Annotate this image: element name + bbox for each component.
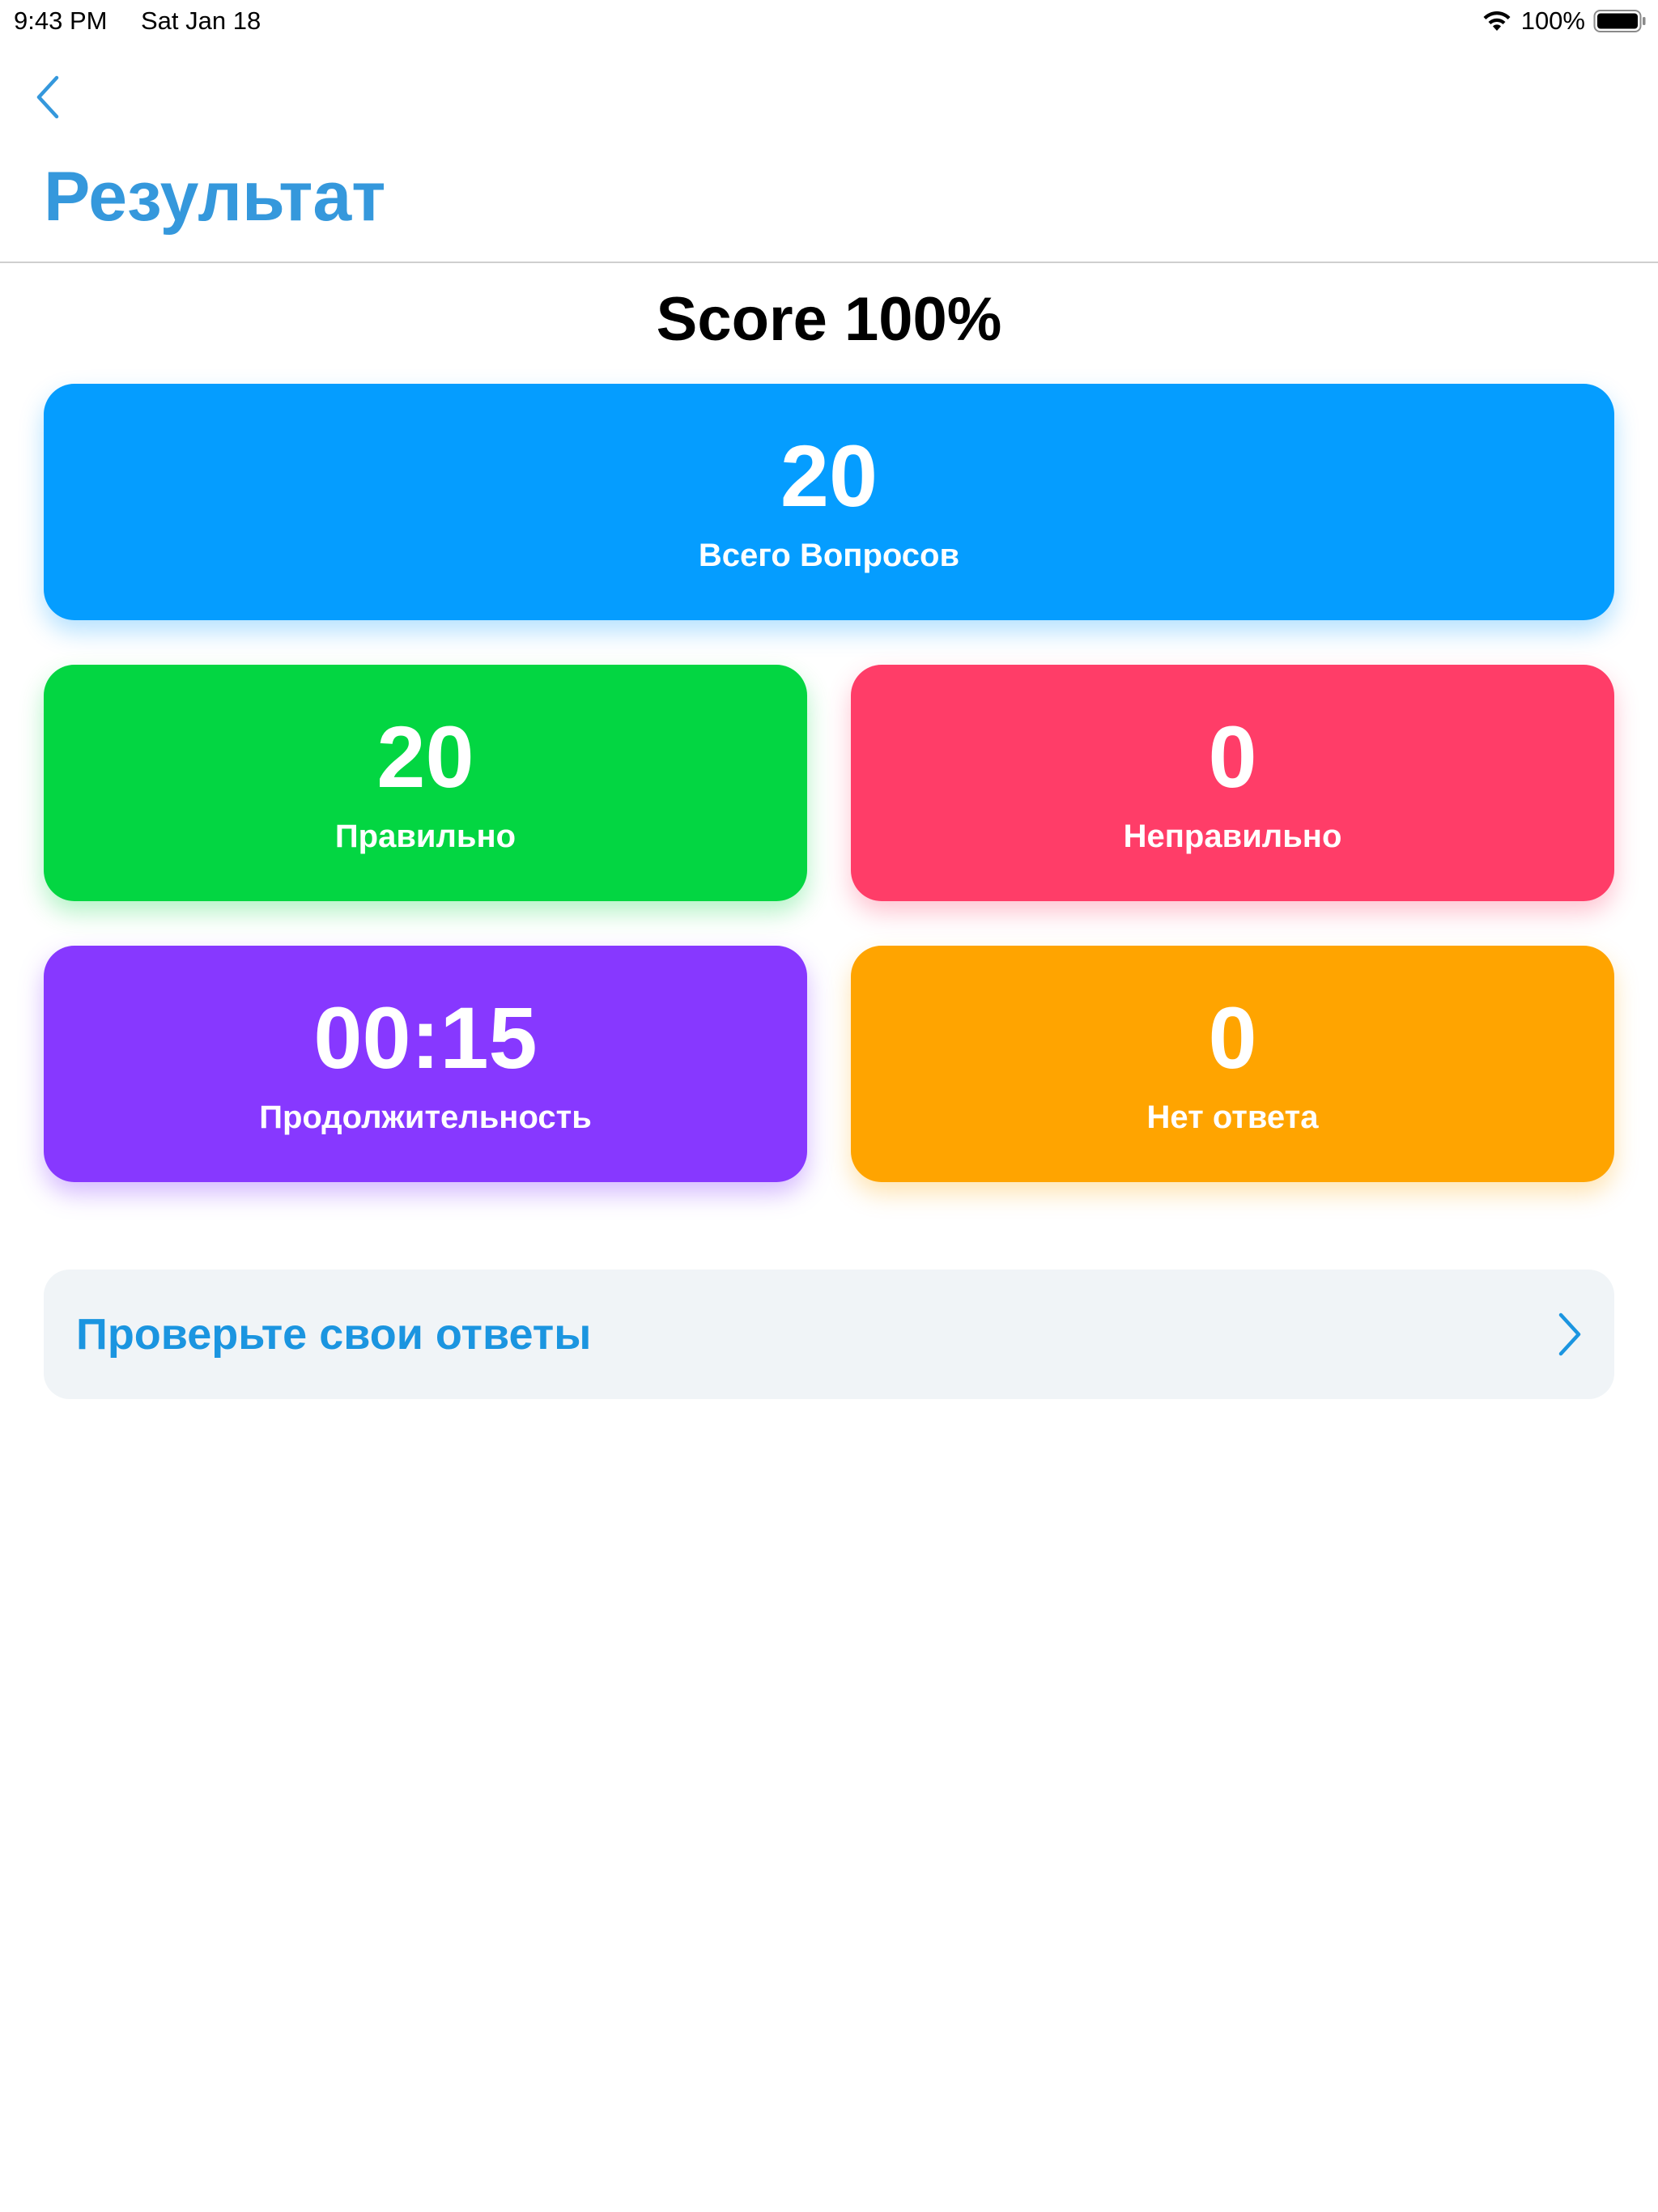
- total-questions-value: 20: [780, 427, 878, 525]
- page-title: Результат: [44, 158, 386, 236]
- review-answers-label: Проверьте свои ответы: [76, 1310, 592, 1359]
- no-answer-card: 0 Нет ответа: [851, 946, 1614, 1182]
- review-answers-button[interactable]: Проверьте свои ответы: [44, 1270, 1614, 1399]
- battery-percentage: 100%: [1520, 6, 1585, 35]
- back-button[interactable]: [32, 66, 81, 128]
- correct-label: Правильно: [334, 819, 517, 854]
- duration-label: Продолжительность: [259, 1100, 592, 1135]
- correct-card: 20 Правильно: [44, 665, 807, 901]
- score-title: Score 100%: [656, 285, 1002, 354]
- no-answer-label: Нет ответа: [1146, 1100, 1319, 1135]
- wrong-value: 0: [1208, 708, 1257, 806]
- status-date: Sat Jan 18: [141, 6, 261, 35]
- status-time: 9:43 PM: [14, 6, 108, 35]
- wrong-card: 0 Неправильно: [851, 665, 1614, 901]
- chevron-left-icon: [36, 75, 59, 119]
- duration-value: 00:15: [313, 989, 538, 1087]
- battery-icon: [1593, 10, 1646, 32]
- result-screen: 9:43 PM Sat Jan 18 100% Результат Score …: [0, 0, 1658, 2212]
- total-questions-card: 20 Всего Вопросов: [44, 384, 1614, 620]
- wrong-label: Неправильно: [1123, 819, 1342, 854]
- wifi-icon: [1483, 11, 1511, 31]
- status-bar: 9:43 PM Sat Jan 18 100%: [0, 0, 1658, 42]
- total-questions-label: Всего Вопросов: [698, 538, 960, 573]
- status-indicators: 100%: [1481, 6, 1647, 36]
- chevron-right-icon: [1558, 1312, 1581, 1356]
- duration-card: 00:15 Продолжительность: [44, 946, 807, 1182]
- header-divider: [0, 262, 1658, 263]
- correct-value: 20: [376, 708, 474, 806]
- no-answer-value: 0: [1208, 989, 1257, 1087]
